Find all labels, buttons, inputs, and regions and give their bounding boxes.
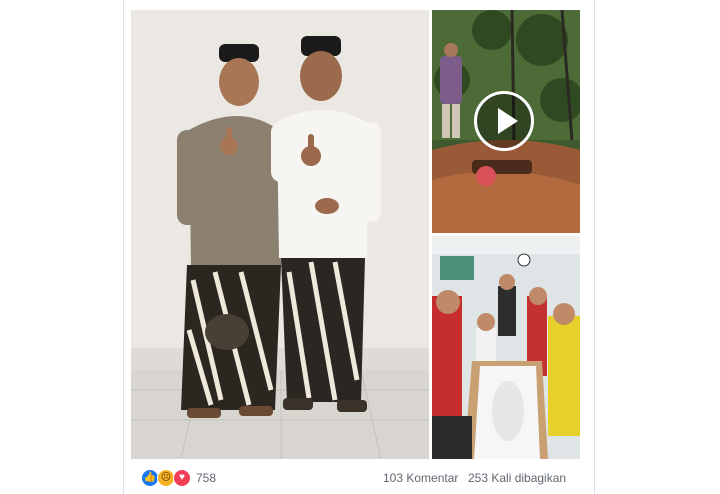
left-gutter (0, 0, 122, 494)
photo-coffin-ceremony[interactable] (432, 236, 580, 459)
post-footer: 👍 ☹ ♥ 758 103 Komentar 253 Kali dibagika… (123, 462, 593, 494)
photo-two-men-thumbs-up[interactable] (131, 10, 429, 459)
video-thumbnail-grave-digging[interactable] (432, 10, 580, 233)
shares-link[interactable]: 253 Kali dibagikan (468, 471, 566, 485)
reactions-summary[interactable]: 👍 ☹ ♥ 758 (141, 469, 216, 487)
comments-link[interactable]: 103 Komentar (383, 471, 458, 485)
love-icon: ♥ (173, 469, 191, 487)
reaction-count: 758 (196, 471, 217, 485)
right-gutter (594, 0, 720, 494)
play-video-icon[interactable] (474, 91, 534, 151)
post-media-grid (131, 10, 580, 459)
